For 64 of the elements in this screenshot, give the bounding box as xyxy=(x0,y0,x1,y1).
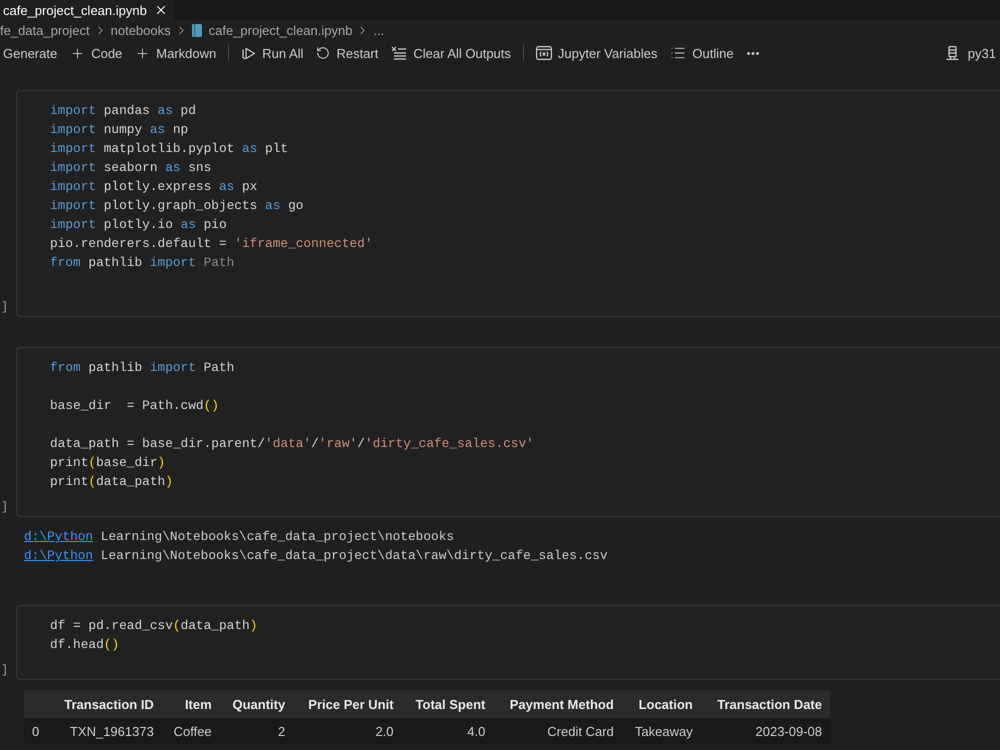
variables-button[interactable]: Jupyter Variables xyxy=(534,42,658,64)
code-line: import pandas as pd xyxy=(50,102,196,120)
column-header: Location xyxy=(622,690,701,718)
list-x-icon xyxy=(391,46,408,60)
clear-outputs-button[interactable]: Clear All Outputs xyxy=(390,42,512,64)
code-line: import matplotlib.pyplot as plt xyxy=(50,140,288,158)
execution-count: ] xyxy=(1,500,8,514)
path-link[interactable]: d:\Python xyxy=(24,529,94,544)
code-line: import plotly.express as px xyxy=(50,178,258,196)
table-cell: 2.0 xyxy=(293,718,402,744)
code-line: import numpy as np xyxy=(50,121,188,139)
breadcrumb-item[interactable]: cafe_project_clean.ipynb xyxy=(192,21,352,39)
code-line: data_path = base_dir.parent/'data'/'raw'/'dirty_cafe_sales.csv' xyxy=(50,435,534,453)
column-header: Payment Method xyxy=(493,690,622,718)
row-index: 0 xyxy=(24,718,49,744)
code-line: print(data_path) xyxy=(50,473,173,491)
breadcrumb-item[interactable]: notebooks xyxy=(110,21,171,39)
output-line: d:\Python Learning\Notebooks\cafe_data_project\data\raw\dirty_cafe_sales.csv xyxy=(24,547,608,565)
server-icon xyxy=(946,46,959,60)
column-header: Item xyxy=(162,690,220,718)
column-header: Price Per Unit xyxy=(293,690,402,718)
code-line: df.head() xyxy=(50,636,120,654)
table-cell: Credit Card xyxy=(493,718,622,744)
output-line: d:\Python Learning\Notebooks\cafe_data_project\notebooks xyxy=(24,528,454,546)
restart-button[interactable]: Restart xyxy=(315,42,380,64)
code-cell[interactable] xyxy=(16,90,1000,317)
add-button[interactable]: Markdown xyxy=(134,42,218,64)
path-link[interactable]: d:\Python xyxy=(24,548,94,563)
breadcrumb-item[interactable]: fe_data_project xyxy=(0,21,90,39)
code-line: from pathlib import Path xyxy=(50,359,234,377)
code-line: from pathlib import Path xyxy=(50,254,234,272)
code-line: print(base_dir) xyxy=(50,454,166,472)
code-line: df = pd.read_csv(data_path) xyxy=(50,617,258,635)
table-cell: 2023-09-08 xyxy=(700,718,830,744)
code-line: base_dir = Path.cwd() xyxy=(50,397,219,415)
table-cell: 2 xyxy=(220,718,294,744)
table-cell: 4.0 xyxy=(402,718,494,744)
more-icon xyxy=(746,52,759,54)
column-header: Total Spent xyxy=(402,690,494,718)
outline-button[interactable]: Outline xyxy=(669,42,735,64)
code-line: import plotly.io as pio xyxy=(50,216,227,234)
column-header: Quantity xyxy=(220,690,294,718)
play-icon xyxy=(241,46,256,60)
notebook-tab[interactable]: cafe_project_clean.ipynb xyxy=(0,0,174,20)
rotate-left-icon xyxy=(316,46,330,60)
code-line: import plotly.graph_objects as go xyxy=(50,197,304,215)
add-button[interactable]: Code xyxy=(69,42,124,64)
code-cell[interactable]: df = pd.read_csv(data_path) df.head() xyxy=(16,605,1000,680)
code-line: pio.renderers.default = 'iframe_connected' xyxy=(50,235,373,253)
table-cell: TXN_1961373 xyxy=(48,718,162,744)
breadcrumb-item[interactable]: ... xyxy=(373,21,384,39)
variable-icon xyxy=(536,46,552,60)
column-header: Transaction Date xyxy=(700,690,830,718)
generate-button[interactable]: Generate xyxy=(2,42,58,64)
run-all-button[interactable]: Run All xyxy=(240,42,304,64)
column-header: Transaction ID xyxy=(48,690,162,718)
table-cell: Takeaway xyxy=(622,718,701,744)
execution-count: ] xyxy=(1,663,8,677)
table-cell: Coffee xyxy=(162,718,220,744)
execution-count: ] xyxy=(1,300,8,314)
code-line: import seaborn as sns xyxy=(50,159,212,177)
code-cell[interactable]: from pathlib import Path base_dir = Path.cwd() data_path = base_dir.parent/'data'/'raw'/'dirty_cafe_sales.csv' print(base_dir) print(data_path) xyxy=(16,347,1000,517)
notebook-file-icon xyxy=(192,24,202,36)
kernel-button[interactable]: py31 xyxy=(944,42,1000,64)
